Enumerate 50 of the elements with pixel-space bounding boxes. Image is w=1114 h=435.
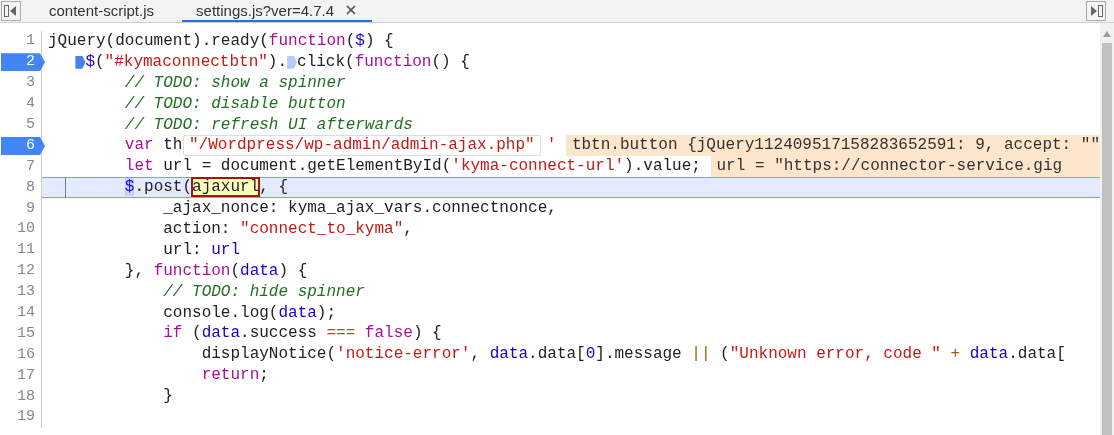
- line-number[interactable]: 3: [26, 74, 41, 93]
- scroll-up-icon[interactable]: [1103, 31, 1111, 37]
- code-text: jQuery(document).ready(function($) {: [48, 31, 394, 52]
- code-text: action: "connect_to_kyma",: [163, 219, 413, 240]
- line-number[interactable]: 19: [17, 408, 41, 427]
- line-number[interactable]: 7: [26, 157, 41, 176]
- line-number[interactable]: 15: [17, 324, 41, 343]
- line-number[interactable]: 16: [17, 345, 41, 364]
- code-text: // TODO: hide spinner: [163, 281, 365, 303]
- breakpoint-line-number[interactable]: 6: [1, 136, 45, 155]
- line-number[interactable]: 10: [17, 220, 41, 239]
- line-number[interactable]: 14: [17, 304, 41, 322]
- line-number[interactable]: 17: [17, 366, 41, 385]
- code-text: }, function(data) {: [124, 260, 308, 282]
- code-text: // TODO: show a spinner: [124, 72, 346, 94]
- inline-value: url = "https://connector-service.gig: [710, 156, 1100, 178]
- navigator-toggle-icon[interactable]: [1, 1, 21, 21]
- line-number[interactable]: 13: [17, 283, 41, 302]
- code-text: }: [163, 386, 173, 408]
- code-text: $.post(ajaxurl, {: [124, 177, 289, 199]
- line-number[interactable]: 5: [26, 116, 41, 134]
- code-text: // TODO: disable button: [124, 93, 346, 115]
- line-number[interactable]: 18: [17, 387, 41, 406]
- code-text: if (data.success === false) {: [163, 323, 442, 345]
- inline-value: tbtn.button {jQuery112409517158283652591: 9, accept: "": [565, 135, 1100, 157]
- scrollbar-thumb[interactable]: [1102, 43, 1112, 435]
- code-text: return;: [201, 365, 269, 387]
- breakpoint-marker-icon[interactable]: [287, 55, 298, 69]
- value-popover: "/Wordpress/wp-admin/admin-ajax.php": [183, 135, 541, 156]
- file-tab[interactable]: settings.js?ver=4.7.4: [182, 0, 373, 22]
- code-text: // TODO: refresh UI afterwards: [124, 114, 413, 136]
- code-text: console.log(data);: [163, 302, 337, 324]
- breakpoint-line-number[interactable]: 2: [1, 53, 45, 72]
- code-text: ': [546, 135, 557, 157]
- code-text: click(function() {: [297, 51, 470, 73]
- line-number[interactable]: 11: [17, 241, 41, 260]
- code-text: url: url: [163, 239, 241, 261]
- line-number[interactable]: 12: [17, 262, 41, 281]
- code-text: _ajax_nonce: kyma_ajax_vars.connectnonce,: [163, 198, 557, 220]
- code-text: displayNotice('notice-error', data.data[0].message || ("Unknown error, code " + data.data[: [201, 344, 1066, 366]
- line-number[interactable]: 1: [26, 32, 41, 51]
- file-tab[interactable]: content-script.js: [35, 0, 169, 22]
- line-number[interactable]: 8: [26, 178, 41, 197]
- code-text: let url = document.getElementById('kyma-connect-url').value;: [124, 156, 701, 178]
- debugger-toggle-icon[interactable]: [1086, 1, 1106, 21]
- line-number[interactable]: 4: [26, 95, 41, 114]
- code-text: var th: [124, 135, 183, 157]
- code-text: $("#kymaconnectbtn").: [85, 51, 288, 73]
- breakpoint-marker-icon[interactable]: [75, 55, 86, 69]
- line-number[interactable]: 9: [26, 199, 41, 218]
